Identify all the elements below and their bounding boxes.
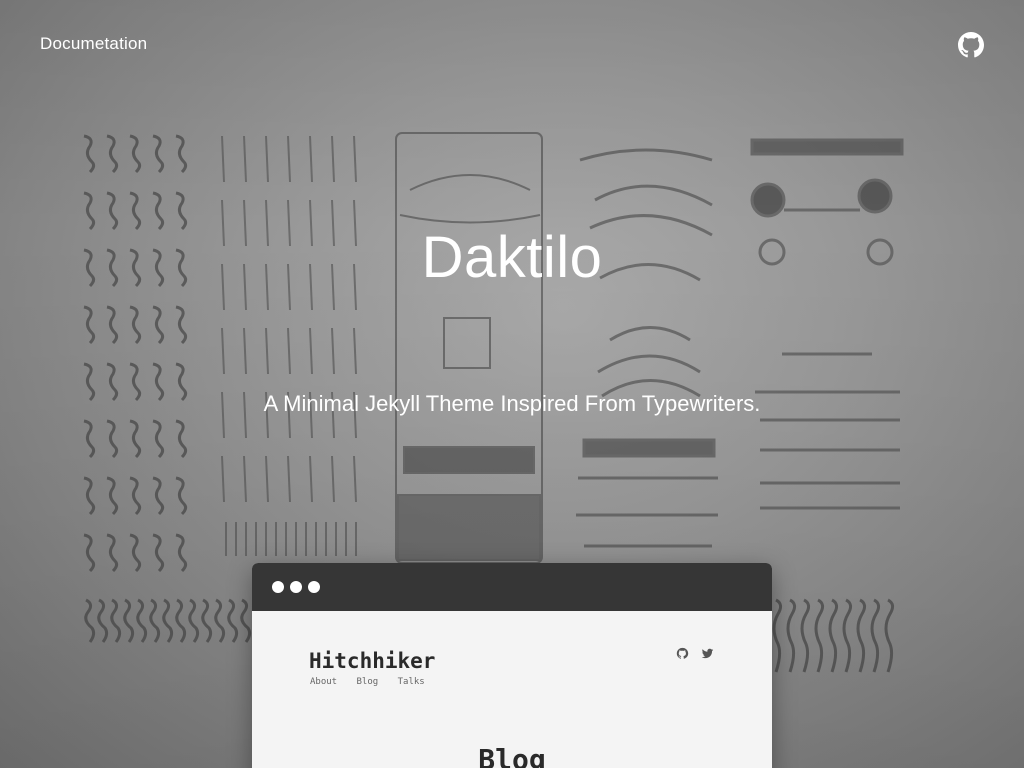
hero-section: Documetation Daktilo A Minimal Jekyll Th… xyxy=(0,0,1024,768)
window-dot-icon xyxy=(290,581,302,593)
hero-tagline: A Minimal Jekyll Theme Inspired From Typ… xyxy=(263,391,761,416)
preview-nav-about: About xyxy=(310,677,338,687)
window-title-bar xyxy=(252,563,772,611)
window-dot-icon xyxy=(272,581,284,593)
documentation-link[interactable]: Documetation xyxy=(40,34,147,54)
preview-page-heading: Blog xyxy=(478,743,546,768)
theme-preview-window: Hitchhiker About Blog Talks Blog xyxy=(252,563,772,768)
preview-nav-talks: Talks xyxy=(397,677,425,687)
preview-nav: About Blog Talks xyxy=(310,677,439,687)
twitter-icon xyxy=(702,648,714,659)
preview-social-icons xyxy=(676,647,714,665)
preview-site-title: Hitchhiker xyxy=(309,649,436,673)
github-icon[interactable] xyxy=(958,32,984,58)
github-icon xyxy=(676,647,689,659)
hero-title: Daktilo xyxy=(421,225,603,290)
window-dot-icon xyxy=(308,581,320,593)
preview-nav-blog: Blog xyxy=(356,677,379,687)
